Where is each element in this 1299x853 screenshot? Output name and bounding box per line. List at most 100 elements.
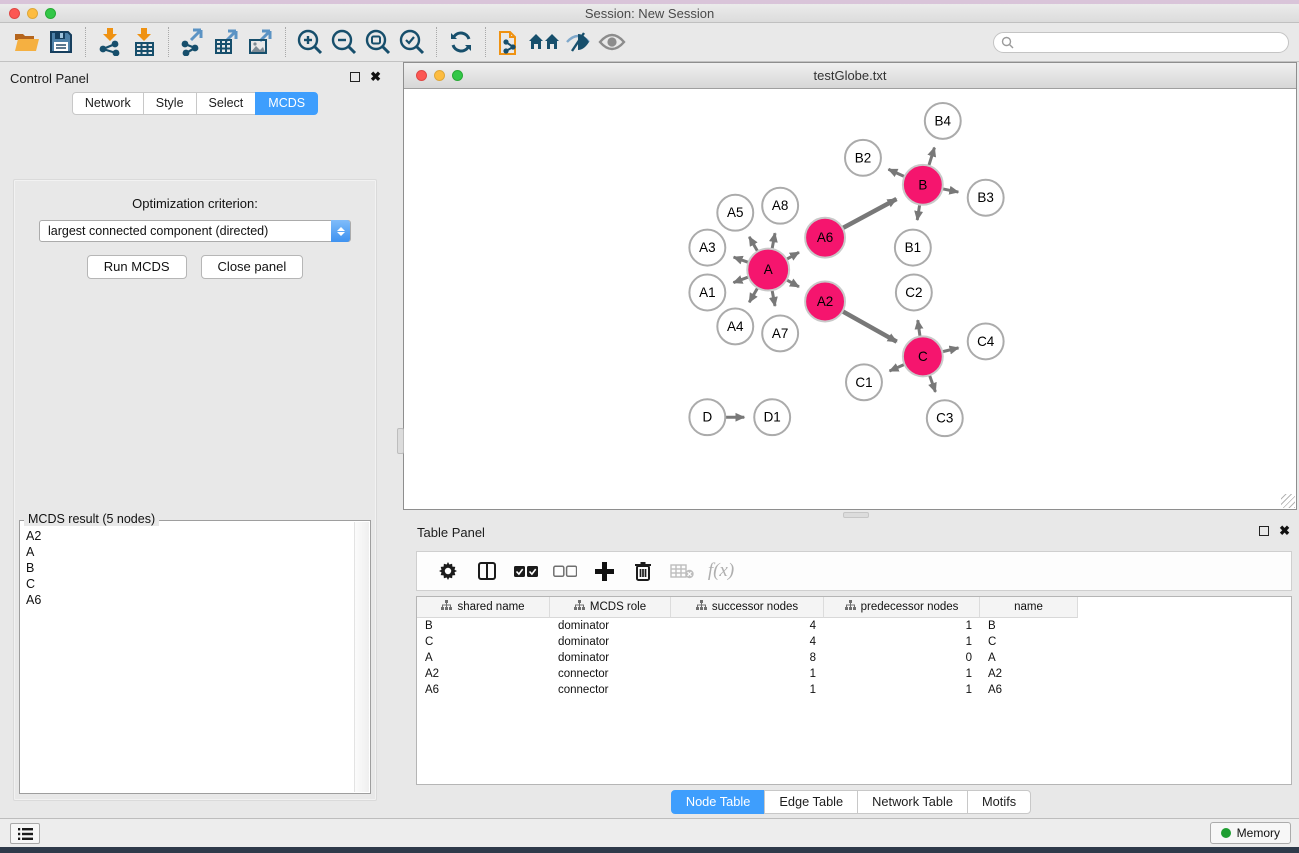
cell-MCDS-role[interactable]: connector [550,668,671,680]
node-A5[interactable]: A5 [717,195,753,231]
node-C3[interactable]: C3 [927,400,963,436]
cell-name[interactable]: A6 [980,684,1078,696]
cell-shared-name[interactable]: A2 [417,668,550,680]
node-C[interactable]: C [903,336,943,376]
node-B2[interactable]: B2 [845,140,881,176]
cell-successor-nodes[interactable]: 4 [671,620,824,632]
resize-grip-icon[interactable] [1281,494,1295,508]
node-C1[interactable]: C1 [846,364,882,400]
edge-A-A8[interactable] [772,233,775,249]
table-row[interactable]: A6connector11A6 [417,682,1291,698]
table-row[interactable]: Cdominator41C [417,634,1291,650]
node-D[interactable]: D [689,399,725,435]
cell-shared-name[interactable]: B [417,620,550,632]
home-icon[interactable] [527,26,561,58]
edge-C-C1[interactable] [890,364,905,371]
node-A6[interactable]: A6 [805,218,845,258]
tab-motifs[interactable]: Motifs [967,790,1031,814]
cell-name[interactable]: A [980,652,1078,664]
cell-shared-name[interactable]: C [417,636,550,648]
result-scrollbar[interactable] [354,522,369,792]
network-graph[interactable]: ABCA2A6A1A3A4A5A7A8B1B2B3B4C1C2C3C4DD1 [404,89,1296,509]
edge-B-B3[interactable] [942,189,958,192]
table-row[interactable]: A2connector11A2 [417,666,1291,682]
export-table-icon[interactable] [210,26,244,58]
close-panel-button[interactable]: Close panel [201,255,304,279]
node-C4[interactable]: C4 [968,323,1004,359]
import-network-icon[interactable] [93,26,127,58]
tab-select[interactable]: Select [196,92,257,115]
network-window-titlebar[interactable]: testGlobe.txt [404,63,1296,89]
export-network-icon[interactable] [176,26,210,58]
node-A4[interactable]: A4 [717,308,753,344]
columns-icon[interactable] [472,557,502,585]
zoom-fit-icon[interactable] [361,26,395,58]
close-panel-icon[interactable]: ✖ [370,72,381,82]
edge-A-A2[interactable] [786,280,798,287]
memory-button[interactable]: Memory [1210,822,1291,844]
edge-A-A7[interactable] [772,290,775,306]
tab-style[interactable]: Style [143,92,197,115]
gear-icon[interactable] [433,557,463,585]
cell-successor-nodes[interactable]: 4 [671,636,824,648]
cell-name[interactable]: C [980,636,1078,648]
edge-C-C3[interactable] [929,375,935,392]
cell-MCDS-role[interactable]: dominator [550,636,671,648]
column-header-name[interactable]: name [980,597,1078,618]
node-C2[interactable]: C2 [896,275,932,311]
table-row[interactable]: Bdominator41B [417,618,1291,634]
cell-shared-name[interactable]: A [417,652,550,664]
search-input[interactable] [1018,36,1288,50]
tab-node-table[interactable]: Node Table [671,790,766,814]
column-header-shared-name[interactable]: shared name [417,597,550,618]
node-D1[interactable]: D1 [754,399,790,435]
save-session-icon[interactable] [44,26,78,58]
node-A3[interactable]: A3 [689,230,725,266]
add-row-icon[interactable] [589,557,619,585]
zoom-out-icon[interactable] [327,26,361,58]
node-A2[interactable]: A2 [805,282,845,322]
float-table-panel-icon[interactable] [1259,526,1269,536]
node-A8[interactable]: A8 [762,188,798,224]
new-network-from-file-icon[interactable] [493,26,527,58]
cell-name[interactable]: A2 [980,668,1078,680]
edge-C-C2[interactable] [918,320,920,336]
result-item[interactable]: C [26,576,354,592]
cell-predecessor-nodes[interactable]: 1 [824,620,980,632]
cell-predecessor-nodes[interactable]: 1 [824,684,980,696]
network-canvas[interactable]: ABCA2A6A1A3A4A5A7A8B1B2B3B4C1C2C3C4DD1 [404,89,1296,509]
node-table[interactable]: shared nameMCDS rolesuccessor nodesprede… [416,596,1292,785]
cell-shared-name[interactable]: A6 [417,684,550,696]
run-mcds-button[interactable]: Run MCDS [87,255,187,279]
cell-predecessor-nodes[interactable]: 0 [824,652,980,664]
node-A7[interactable]: A7 [762,315,798,351]
panel-divider-handle[interactable] [397,428,404,454]
edge-A6-B[interactable] [843,199,897,228]
tab-network-table[interactable]: Network Table [857,790,968,814]
edge-A2-C[interactable] [842,311,896,341]
show-visibility-icon[interactable] [595,26,629,58]
zoom-selected-icon[interactable] [395,26,429,58]
tab-edge-table[interactable]: Edge Table [764,790,858,814]
import-table-icon[interactable] [127,26,161,58]
edge-B-B4[interactable] [929,148,935,166]
delete-row-icon[interactable] [628,557,658,585]
cell-successor-nodes[interactable]: 1 [671,668,824,680]
edge-A-A6[interactable] [786,252,798,259]
result-item[interactable]: B [26,560,354,576]
node-B3[interactable]: B3 [968,180,1004,216]
deselect-all-icon[interactable] [550,557,580,585]
cell-name[interactable]: B [980,620,1078,632]
open-file-icon[interactable] [10,26,44,58]
select-all-icon[interactable] [511,557,541,585]
result-item[interactable]: A [26,544,354,560]
table-row[interactable]: Adominator80A [417,650,1291,666]
result-item[interactable]: A2 [26,528,354,544]
column-header-successor-nodes[interactable]: successor nodes [671,597,824,618]
zoom-in-icon[interactable] [293,26,327,58]
search-field[interactable] [993,32,1289,53]
tab-network[interactable]: Network [72,92,144,115]
result-item[interactable]: A6 [26,592,354,608]
edge-B-B2[interactable] [888,169,904,176]
node-A1[interactable]: A1 [689,275,725,311]
